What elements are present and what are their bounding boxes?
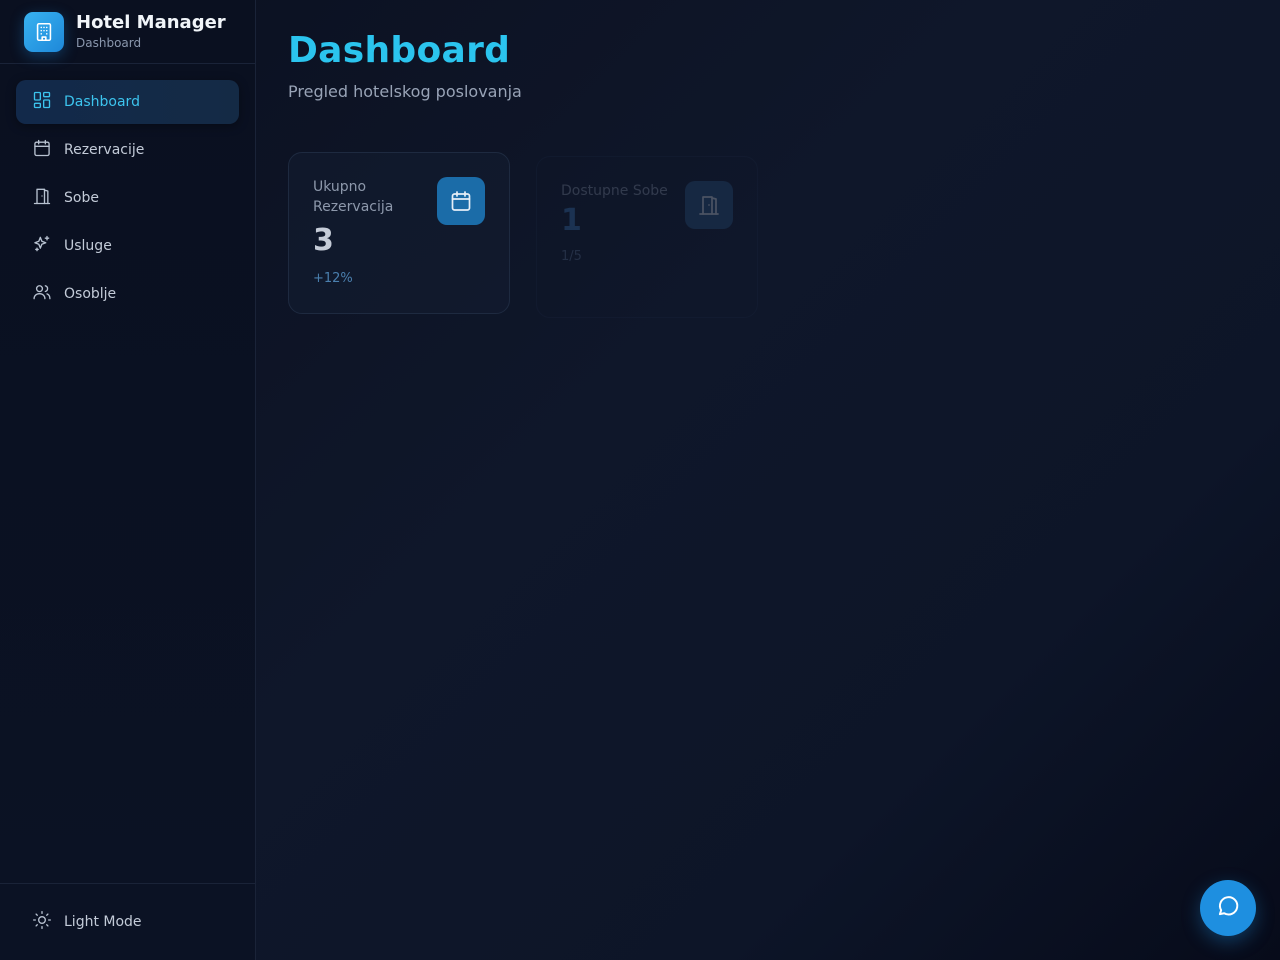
sidebar-item-label: Usluge [64, 238, 112, 254]
main-content: Dashboard Pregled hotelskog poslovanja U… [256, 0, 1280, 960]
sidebar-item-label: Dashboard [64, 94, 140, 110]
sidebar-item-usluge[interactable]: Usluge [16, 224, 239, 268]
sidebar-item-dashboard[interactable]: Dashboard [16, 80, 239, 124]
page-title: Dashboard [288, 30, 511, 71]
users-icon [32, 282, 52, 306]
stat-card-trend: +12% [313, 271, 353, 286]
stat-card-available-rooms[interactable]: Dostupne Sobe 1 1/5 [536, 156, 758, 318]
door-icon [32, 186, 52, 210]
door-icon [685, 181, 733, 229]
sidebar: Hotel Manager Dashboard Dashboard Rezerv… [0, 0, 256, 960]
app-root: Hotel Manager Dashboard Dashboard Rezerv… [0, 0, 1280, 960]
chat-button[interactable] [1200, 880, 1256, 936]
theme-toggle-button[interactable]: Light Mode [16, 900, 239, 944]
stat-card-label: Ukupno Rezervacija [313, 179, 394, 215]
sidebar-item-label: Sobe [64, 190, 99, 206]
page-subtitle: Pregled hotelskog poslovanja [288, 82, 522, 101]
stat-card-reservations[interactable]: Ukupno Rezervacija 3 +12% [288, 152, 510, 314]
stat-card-value: 3 [313, 223, 334, 258]
brand-header: Hotel Manager Dashboard [0, 0, 255, 64]
building-icon [24, 11, 64, 52]
sidebar-nav: Dashboard Rezervacije Sobe Usluge Osoblj… [16, 80, 239, 320]
calendar-icon [32, 138, 52, 162]
calendar-icon [437, 177, 485, 225]
app-subtitle: Dashboard [76, 36, 142, 50]
app-title: Hotel Manager [76, 12, 226, 33]
sidebar-item-label: Rezervacije [64, 142, 145, 158]
chat-bubble-icon [1215, 893, 1241, 923]
sidebar-item-rezervacije[interactable]: Rezervacije [16, 128, 239, 172]
sparkles-icon [32, 234, 52, 258]
layout-grid-icon [32, 90, 52, 114]
theme-toggle-label: Light Mode [64, 914, 142, 930]
stat-card-trend: 1/5 [561, 249, 582, 264]
stat-card-label: Dostupne Sobe [561, 183, 668, 199]
sun-icon [32, 910, 52, 934]
sidebar-footer: Light Mode [0, 883, 255, 960]
sidebar-item-osoblje[interactable]: Osoblje [16, 272, 239, 316]
sidebar-item-sobe[interactable]: Sobe [16, 176, 239, 220]
sidebar-item-label: Osoblje [64, 286, 117, 302]
